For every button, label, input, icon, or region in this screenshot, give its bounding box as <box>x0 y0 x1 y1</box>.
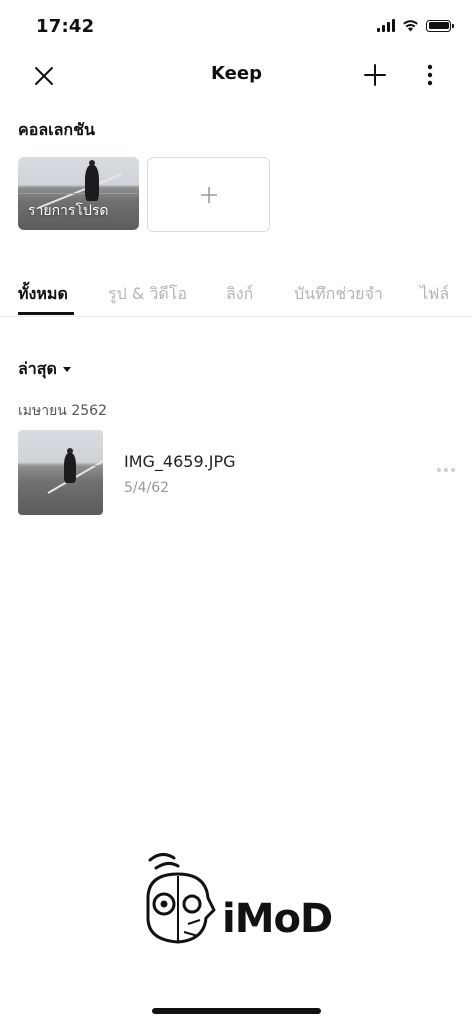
favorites-label: รายการโปรด <box>28 203 109 219</box>
page-title: Keep <box>211 63 262 84</box>
month-header: เมษายน 2562 <box>18 403 107 419</box>
active-tab-indicator <box>18 312 74 315</box>
filter-tabs: ทั้งหมด รูป & วิดีโอ ลิงก์ บันทึกช่วยจำ … <box>0 276 473 317</box>
tab-all[interactable]: ทั้งหมด <box>18 282 68 307</box>
sort-dropdown[interactable]: ล่าสุด <box>18 357 71 382</box>
tab-links[interactable]: ลิงก์ <box>226 282 253 307</box>
file-name: IMG_4659.JPG <box>124 452 236 471</box>
more-horizontal-icon[interactable] <box>437 468 455 472</box>
file-date: 5/4/62 <box>124 480 170 496</box>
collections-heading: คอลเลกชัน <box>18 120 95 139</box>
status-icons <box>377 19 454 32</box>
add-button[interactable] <box>361 61 389 89</box>
plus-icon <box>364 64 386 86</box>
favorites-collection-tile[interactable]: รายการโปรด <box>18 157 139 230</box>
tab-memos[interactable]: บันทึกช่วยจำ <box>294 282 383 307</box>
home-indicator[interactable] <box>152 1008 321 1014</box>
sort-label: ล่าสุด <box>18 359 57 378</box>
imod-mascot-logo <box>146 853 216 944</box>
file-thumbnail <box>18 430 103 515</box>
tab-photos-videos[interactable]: รูป & วิดีโอ <box>108 282 187 307</box>
imod-watermark-text: iMoD <box>222 896 333 942</box>
battery-icon <box>426 19 454 32</box>
caret-down-icon <box>62 367 71 372</box>
wifi-icon <box>403 20 418 32</box>
add-collection-button[interactable] <box>147 157 270 232</box>
more-menu-button[interactable] <box>416 61 444 89</box>
more-vertical-icon <box>427 64 433 86</box>
status-time: 17:42 <box>36 16 95 37</box>
list-item[interactable]: IMG_4659.JPG 5/4/62 <box>0 428 473 518</box>
cellular-signal-icon <box>377 19 395 32</box>
tab-files[interactable]: ไฟล์ <box>420 282 449 307</box>
plus-icon <box>200 186 217 203</box>
